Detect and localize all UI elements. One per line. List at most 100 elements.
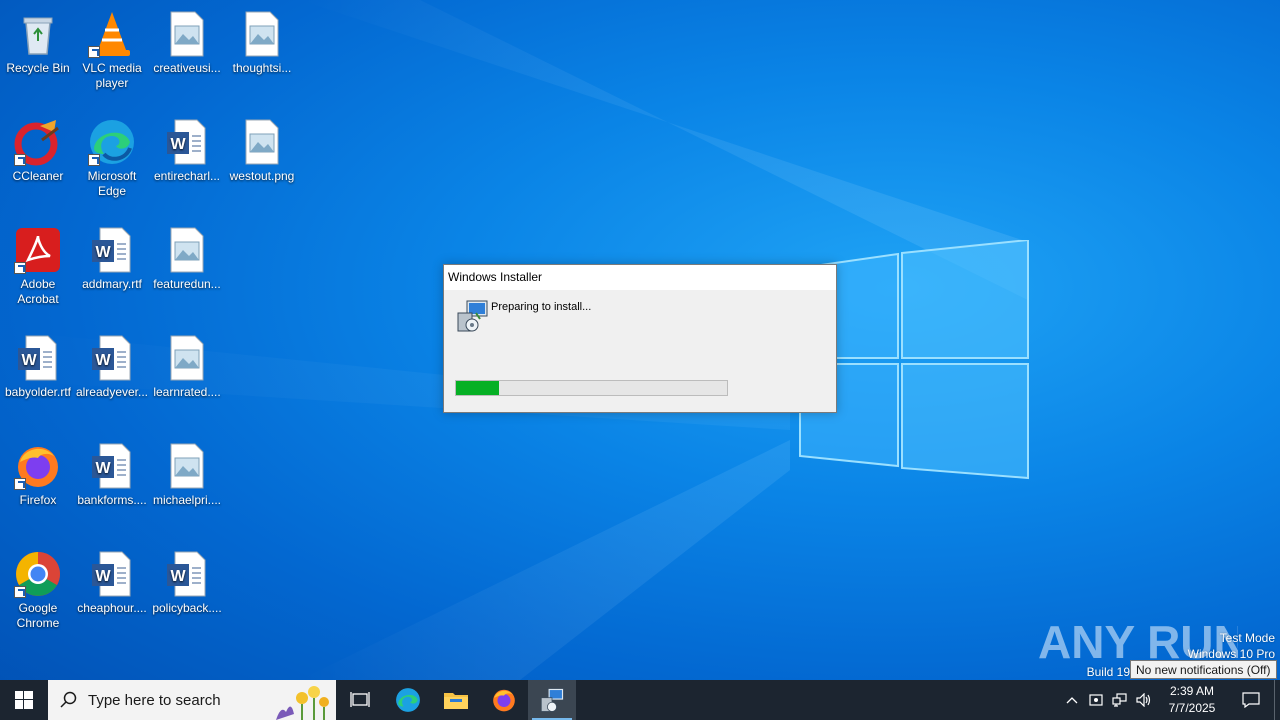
desktop-icon-label: bankforms.... <box>77 493 147 507</box>
desktop-icon-google-chrome[interactable]: Google Chrome <box>0 544 76 648</box>
svg-text:W: W <box>170 568 186 585</box>
clock-date: 7/7/2025 <box>1168 701 1216 715</box>
install-progress-bar <box>455 380 728 396</box>
desktop-icon-label: entirecharl... <box>153 169 221 183</box>
desktop-icon-cheaphour[interactable]: W cheaphour.... <box>74 544 150 648</box>
clock-time: 2:39 AM <box>1169 684 1215 698</box>
volume-button[interactable] <box>1132 680 1156 720</box>
svg-text:W: W <box>95 244 111 261</box>
installer-icon <box>456 299 488 333</box>
word-doc-icon: W <box>163 118 211 166</box>
windows-start-icon <box>15 691 33 709</box>
desktop-icon-thoughtsi[interactable]: thoughtsi... <box>224 4 300 108</box>
taskbar-search-box[interactable]: Type here to search <box>48 680 336 720</box>
taskbar-edge-button[interactable] <box>384 680 432 720</box>
task-view-button[interactable] <box>336 680 384 720</box>
desktop-icon-label: featuredun... <box>153 277 221 291</box>
desktop-icon-addmary[interactable]: W addmary.rtf <box>74 220 150 324</box>
desktop-icon-label: Adobe Acrobat <box>17 277 59 306</box>
firefox-icon <box>14 442 62 490</box>
desktop-icon-label: thoughtsi... <box>232 61 292 75</box>
ccleaner-icon <box>14 118 62 166</box>
desktop-icon-label: addmary.rtf <box>82 277 142 291</box>
image-file-icon <box>163 226 211 274</box>
network-button[interactable] <box>1108 680 1132 720</box>
desktop-icon-babyolder[interactable]: W babyolder.rtf <box>0 328 76 432</box>
dialog-body: Preparing to install... <box>444 290 836 412</box>
windows-installer-dialog[interactable]: Windows Installer Preparing to install..… <box>443 264 837 413</box>
install-status-text: Preparing to install... <box>491 301 592 313</box>
action-center-button[interactable] <box>1228 680 1274 720</box>
tray-app-icon <box>1089 694 1103 706</box>
word-doc-icon: W <box>88 226 136 274</box>
desktop-icon-label: babyolder.rtf <box>4 385 72 399</box>
notification-icon <box>1242 692 1260 708</box>
desktop-icon-label: Firefox <box>19 493 57 507</box>
shortcut-arrow-icon <box>14 262 26 274</box>
desktop-icon-label: creativeusi... <box>153 61 221 75</box>
desktop-icon-label: CCleaner <box>12 169 64 183</box>
shortcut-arrow-icon <box>14 586 26 598</box>
svg-text:W: W <box>95 460 111 477</box>
tray-app-button[interactable] <box>1084 680 1108 720</box>
desktop-icon-learnrated[interactable]: learnrated.... <box>149 328 225 432</box>
desktop-icon-recycle-bin[interactable]: Recycle Bin <box>0 4 76 108</box>
acrobat-icon <box>14 226 62 274</box>
desktop-icon-vlc[interactable]: VLC media player <box>74 4 150 108</box>
desktop-icon-policyback[interactable]: W policyback.... <box>149 544 225 648</box>
notification-tooltip: No new notifications (Off) <box>1130 660 1277 679</box>
word-doc-icon: W <box>88 334 136 382</box>
volume-icon <box>1136 693 1151 707</box>
show-hidden-icons-button[interactable] <box>1060 680 1084 720</box>
desktop-icon-adobe-acrobat[interactable]: Adobe Acrobat <box>0 220 76 324</box>
desktop-icon-entirecharl[interactable]: W entirecharl... <box>149 112 225 216</box>
image-file-icon <box>238 118 286 166</box>
desktop-icon-label: policyback.... <box>152 601 222 615</box>
image-file-icon <box>238 10 286 58</box>
show-desktop-button[interactable] <box>1274 680 1280 720</box>
desktop-icon-bankforms[interactable]: W bankforms.... <box>74 436 150 540</box>
taskbar-clock[interactable]: 2:39 AM 7/7/2025 <box>1156 683 1228 717</box>
installer-icon <box>540 688 564 712</box>
firefox-icon <box>493 689 515 712</box>
taskbar-installer-button[interactable] <box>528 680 576 720</box>
desktop-icon-microsoft-edge[interactable]: Microsoft Edge <box>74 112 150 216</box>
desktop-icon-firefox[interactable]: Firefox <box>0 436 76 540</box>
word-doc-icon: W <box>163 550 211 598</box>
svg-text:W: W <box>95 568 111 585</box>
vlc-icon <box>88 10 136 58</box>
install-progress-fill <box>456 381 500 395</box>
folder-icon <box>444 693 468 709</box>
desktop-icon-westout[interactable]: westout.png <box>224 112 300 216</box>
edge-icon <box>88 118 136 166</box>
image-file-icon <box>163 442 211 490</box>
svg-text:W: W <box>21 352 37 369</box>
desktop-icon-label: VLC media player <box>82 61 142 90</box>
search-icon <box>60 691 77 708</box>
word-doc-icon: W <box>88 550 136 598</box>
edge-icon <box>396 688 420 712</box>
desktop-icon-label: Recycle Bin <box>6 61 70 75</box>
taskbar-firefox-button[interactable] <box>480 680 528 720</box>
test-mode-label: Test Mode <box>1219 631 1275 645</box>
shortcut-arrow-icon <box>14 154 26 166</box>
desktop-icon-label: learnrated.... <box>153 385 221 399</box>
desktop-icon-ccleaner[interactable]: CCleaner <box>0 112 76 216</box>
taskbar-file-explorer-button[interactable] <box>432 680 480 720</box>
system-tray: 2:39 AM 7/7/2025 <box>1060 680 1280 720</box>
build-label: Build 19 <box>1086 665 1130 679</box>
task-view-icon <box>350 692 370 707</box>
chrome-icon <box>14 550 62 598</box>
svg-text:W: W <box>170 136 186 153</box>
desktop-icon-alreadyever[interactable]: W alreadyever... <box>74 328 150 432</box>
desktop-icon-featuredun[interactable]: featuredun... <box>149 220 225 324</box>
dialog-title[interactable]: Windows Installer <box>444 265 836 290</box>
recycle-bin-icon <box>14 10 62 58</box>
search-placeholder: Type here to search <box>88 691 221 709</box>
search-highlight-flowers-icon <box>276 686 329 720</box>
desktop-icon-michaelpri[interactable]: michaelpri.... <box>149 436 225 540</box>
desktop-icon-creativeusi[interactable]: creativeusi... <box>149 4 225 108</box>
desktop-icon-label: alreadyever... <box>75 385 149 399</box>
start-button[interactable] <box>0 680 48 720</box>
word-doc-icon: W <box>88 442 136 490</box>
